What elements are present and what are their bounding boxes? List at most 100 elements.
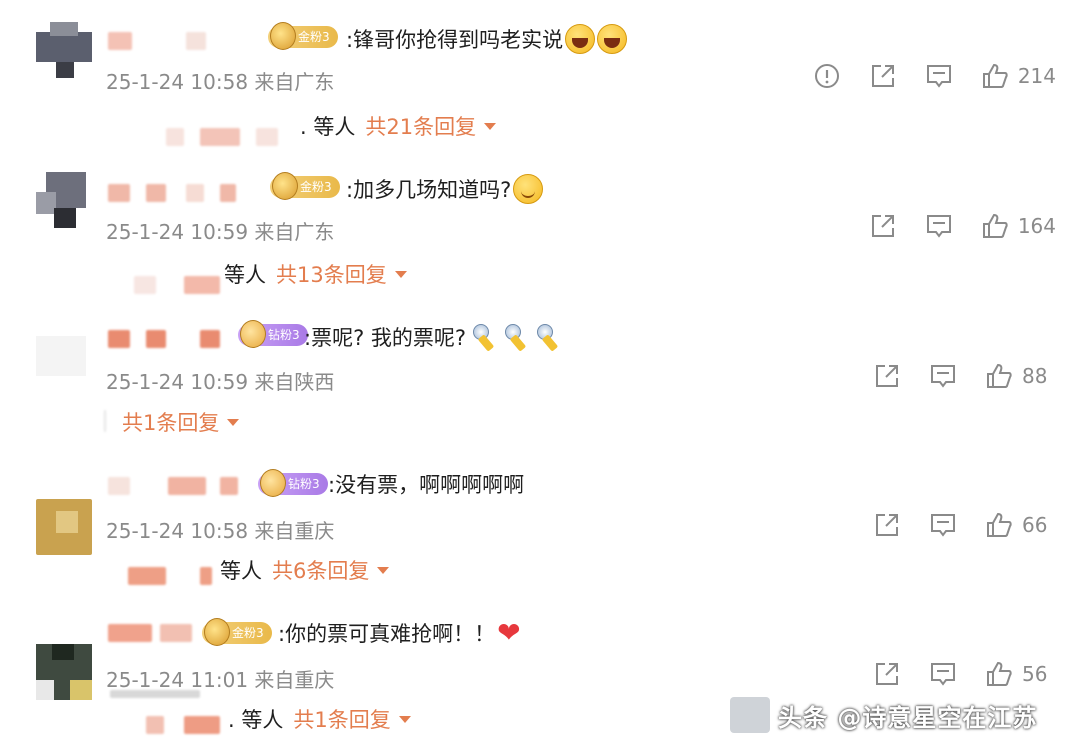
like-count: 164 bbox=[1017, 214, 1056, 238]
username-redacted bbox=[160, 624, 192, 642]
comment-actions: 66 bbox=[846, 507, 1056, 543]
reply-count-link[interactable]: 共21条回复 bbox=[365, 111, 476, 141]
comment-time-location: 25-1-24 10:59 来自广东 bbox=[106, 220, 335, 244]
reply-username-redacted bbox=[128, 567, 166, 585]
avatar[interactable] bbox=[36, 471, 92, 555]
fan-badge: 钻粉3 bbox=[238, 320, 308, 348]
reply-summary[interactable]: 共1条回复 bbox=[122, 407, 240, 437]
toutiao-logo-icon bbox=[730, 697, 770, 733]
avatar[interactable] bbox=[36, 172, 92, 228]
share-icon[interactable] bbox=[872, 510, 902, 540]
username-redacted bbox=[108, 32, 132, 50]
chevron-down-icon[interactable] bbox=[484, 122, 497, 130]
comment-icon[interactable] bbox=[928, 510, 958, 540]
thumbs-up-icon[interactable] bbox=[984, 361, 1014, 391]
reply-divider bbox=[104, 410, 106, 432]
avatar[interactable] bbox=[36, 620, 92, 700]
smile-emoji-icon bbox=[513, 174, 544, 204]
comment-time-location: 25-1-24 10:59 来自陕西 bbox=[106, 370, 335, 394]
comment-actions: 164 bbox=[842, 208, 1056, 244]
comment-content: :票呢? 我的票呢? bbox=[304, 320, 562, 354]
share-icon[interactable] bbox=[868, 61, 898, 91]
share-icon[interactable] bbox=[868, 211, 898, 241]
avatar[interactable] bbox=[36, 22, 92, 78]
reply-username-redacted bbox=[200, 128, 240, 146]
badge-icon bbox=[240, 320, 266, 348]
laughing-emoji-icon bbox=[597, 24, 628, 54]
badge-icon bbox=[204, 618, 230, 646]
username-redacted bbox=[220, 477, 238, 495]
fan-badge: 金粉3 bbox=[270, 172, 340, 200]
comment-content: :锋哥你抢得到吗老实说 bbox=[346, 22, 628, 56]
comment-icon[interactable] bbox=[924, 211, 954, 241]
like-count: 56 bbox=[1022, 662, 1048, 686]
comment-icon[interactable] bbox=[928, 361, 958, 391]
badge-icon bbox=[270, 22, 296, 50]
comment-time-location: 25-1-24 11:01 来自重庆 bbox=[106, 668, 335, 692]
laughing-emoji-icon bbox=[565, 24, 596, 54]
chevron-down-icon[interactable] bbox=[377, 566, 390, 574]
reply-count-link[interactable]: 共1条回复 bbox=[293, 704, 390, 734]
comment-item: 金粉3 :锋哥你抢得到吗老实说 25-1-24 10:58 来自广东 214 .… bbox=[0, 0, 1080, 148]
reply-username-redacted bbox=[110, 690, 200, 698]
like-count: 214 bbox=[1017, 64, 1056, 88]
username-redacted bbox=[186, 184, 204, 202]
thumbs-up-icon[interactable] bbox=[980, 211, 1010, 241]
reply-summary[interactable]: 等人 共6条回复 bbox=[220, 555, 390, 585]
reply-prefix: 等人 bbox=[220, 559, 262, 583]
username-redacted bbox=[108, 477, 130, 495]
badge-icon bbox=[272, 172, 298, 200]
comment-content: :加多几场知道吗? bbox=[346, 172, 544, 206]
report-icon[interactable] bbox=[812, 61, 842, 91]
username-redacted bbox=[146, 184, 166, 202]
thumbs-up-icon[interactable] bbox=[984, 659, 1014, 689]
reply-count-link[interactable]: 共13条回复 bbox=[276, 259, 387, 289]
reply-prefix: . 等人 bbox=[300, 115, 356, 139]
watermark: 头条 @诗意星空在江苏 bbox=[730, 690, 1060, 740]
comment-content: :你的票可真难抢啊！！ bbox=[278, 616, 529, 650]
fan-badge: 钻粉3 bbox=[258, 469, 328, 497]
reply-count-link[interactable]: 共1条回复 bbox=[122, 407, 219, 437]
chevron-down-icon[interactable] bbox=[398, 715, 411, 723]
comment-icon[interactable] bbox=[924, 61, 954, 91]
avatar[interactable] bbox=[36, 322, 92, 378]
thumbs-up-icon[interactable] bbox=[980, 61, 1010, 91]
username-redacted bbox=[108, 624, 152, 642]
comment-content: :没有票，啊啊啊啊啊 bbox=[328, 467, 524, 501]
comment-text: :锋哥你抢得到吗老实说 bbox=[346, 28, 564, 52]
username-redacted bbox=[108, 184, 130, 202]
comment-item: 钻粉3 :没有票，啊啊啊啊啊 25-1-24 10:58 来自重庆 66 等人 … bbox=[0, 449, 1080, 597]
watermark-text: 头条 @诗意星空在江苏 bbox=[778, 703, 1038, 732]
reply-count-link[interactable]: 共6条回复 bbox=[272, 555, 369, 585]
comment-icon[interactable] bbox=[928, 659, 958, 689]
badge-icon bbox=[260, 469, 286, 497]
username-redacted bbox=[220, 184, 236, 202]
username-redacted bbox=[186, 32, 206, 50]
reply-summary[interactable]: . 等人 共1条回复 bbox=[228, 706, 411, 732]
share-icon[interactable] bbox=[872, 659, 902, 689]
comment-actions: 214 bbox=[786, 58, 1056, 94]
fan-badge: 金粉3 bbox=[202, 618, 272, 646]
comment-text: :加多几场知道吗? bbox=[346, 178, 512, 202]
reply-summary[interactable]: . 等人 共21条回复 bbox=[300, 111, 497, 141]
thumbs-up-icon[interactable] bbox=[984, 510, 1014, 540]
comment-text: :你的票可真难抢啊！！ bbox=[278, 622, 496, 646]
username-redacted bbox=[168, 477, 206, 495]
reply-username-redacted bbox=[200, 567, 212, 585]
username-redacted bbox=[200, 330, 220, 348]
reply-username-redacted bbox=[184, 276, 220, 294]
comment-item: 金粉3 :加多几场知道吗? 25-1-24 10:59 来自广东 164 等人 … bbox=[0, 150, 1080, 298]
like-count: 66 bbox=[1022, 513, 1048, 537]
username-redacted bbox=[146, 330, 166, 348]
like-count: 88 bbox=[1022, 364, 1048, 388]
reply-summary[interactable]: 等人 共13条回复 bbox=[224, 261, 407, 287]
share-icon[interactable] bbox=[872, 361, 902, 391]
comment-text: :没有票，啊啊啊啊啊 bbox=[328, 473, 525, 497]
comment-time-location: 25-1-24 10:58 来自重庆 bbox=[106, 519, 335, 543]
reply-username-redacted bbox=[184, 716, 220, 734]
reply-avatar-redacted bbox=[166, 128, 184, 146]
chevron-down-icon[interactable] bbox=[227, 418, 240, 426]
reply-avatar-redacted bbox=[134, 276, 156, 294]
chevron-down-icon[interactable] bbox=[394, 270, 407, 278]
comment-actions: 56 bbox=[846, 656, 1056, 692]
